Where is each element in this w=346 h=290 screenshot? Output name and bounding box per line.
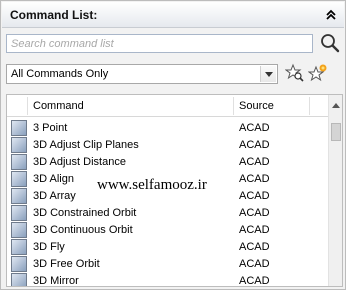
column-separator[interactable] (309, 97, 310, 115)
row-command: 3D Adjust Clip Planes (33, 139, 139, 151)
table-row[interactable]: 3D Constrained Orbit ACAD (7, 205, 329, 222)
list-scrollbar[interactable] (328, 95, 342, 286)
row-source: ACAD (239, 241, 270, 253)
find-star-icon[interactable] (285, 63, 305, 83)
row-command: 3 Point (33, 122, 68, 134)
watermark-text: www.selfamooz.ir (97, 177, 207, 193)
column-header-source[interactable]: Source (239, 100, 274, 112)
column-header-command[interactable]: Command (33, 100, 84, 112)
constrained-orbit-icon (11, 205, 27, 221)
row-command: 3D Array (33, 190, 76, 202)
row-command: 3D Fly (33, 241, 65, 253)
search-input[interactable] (6, 34, 313, 53)
table-row[interactable]: 3D Mirror ACAD (7, 273, 329, 287)
row-source: ACAD (239, 207, 270, 219)
row-source: ACAD (239, 258, 270, 270)
3-point-icon (11, 120, 27, 136)
table-row[interactable]: 3D Continuous Orbit ACAD (7, 222, 329, 239)
fly-icon (11, 239, 27, 255)
column-separator[interactable] (233, 97, 234, 115)
column-separator (27, 97, 28, 115)
search-icon[interactable] (319, 32, 341, 54)
scrollbar-thumb[interactable] (331, 123, 341, 141)
mirror-icon (11, 273, 27, 286)
row-source: ACAD (239, 190, 270, 202)
table-row[interactable]: 3 Point ACAD (7, 120, 329, 137)
row-command: 3D Adjust Distance (33, 156, 126, 168)
row-command: 3D Continuous Orbit (33, 224, 133, 236)
row-command: 3D Free Orbit (33, 258, 100, 270)
command-filter-dropdown[interactable]: All Commands Only (6, 64, 278, 84)
row-command: 3D Mirror (33, 275, 79, 287)
table-row[interactable]: 3D Free Orbit ACAD (7, 256, 329, 273)
collapse-icon[interactable] (324, 8, 338, 22)
panel-title: Command List: (10, 8, 98, 22)
row-source: ACAD (239, 139, 270, 151)
table-row[interactable]: 3D Fly ACAD (7, 239, 329, 256)
align-icon (11, 171, 27, 187)
adjust-distance-icon (11, 154, 27, 170)
row-source: ACAD (239, 173, 270, 185)
free-orbit-icon (11, 256, 27, 272)
filter-selected-value: All Commands Only (11, 68, 109, 80)
table-row[interactable]: 3D Adjust Clip Planes ACAD (7, 137, 329, 154)
continuous-orbit-icon (11, 222, 27, 238)
table-row[interactable]: 3D Adjust Distance ACAD (7, 154, 329, 171)
panel-titlebar: Command List: (2, 2, 344, 28)
row-source: ACAD (239, 122, 270, 134)
command-list-panel: Command List: All Commands Only Command … (0, 0, 346, 290)
row-command: 3D Align (33, 173, 74, 185)
array-icon (11, 188, 27, 204)
clip-planes-icon (11, 137, 27, 153)
chevron-down-icon[interactable] (260, 66, 276, 82)
table-header: Command Source (7, 95, 342, 117)
row-source: ACAD (239, 156, 270, 168)
row-command: 3D Constrained Orbit (33, 207, 137, 219)
row-source: ACAD (239, 275, 270, 287)
row-source: ACAD (239, 224, 270, 236)
new-star-icon[interactable] (308, 63, 328, 83)
scroll-up-icon[interactable] (331, 101, 341, 109)
